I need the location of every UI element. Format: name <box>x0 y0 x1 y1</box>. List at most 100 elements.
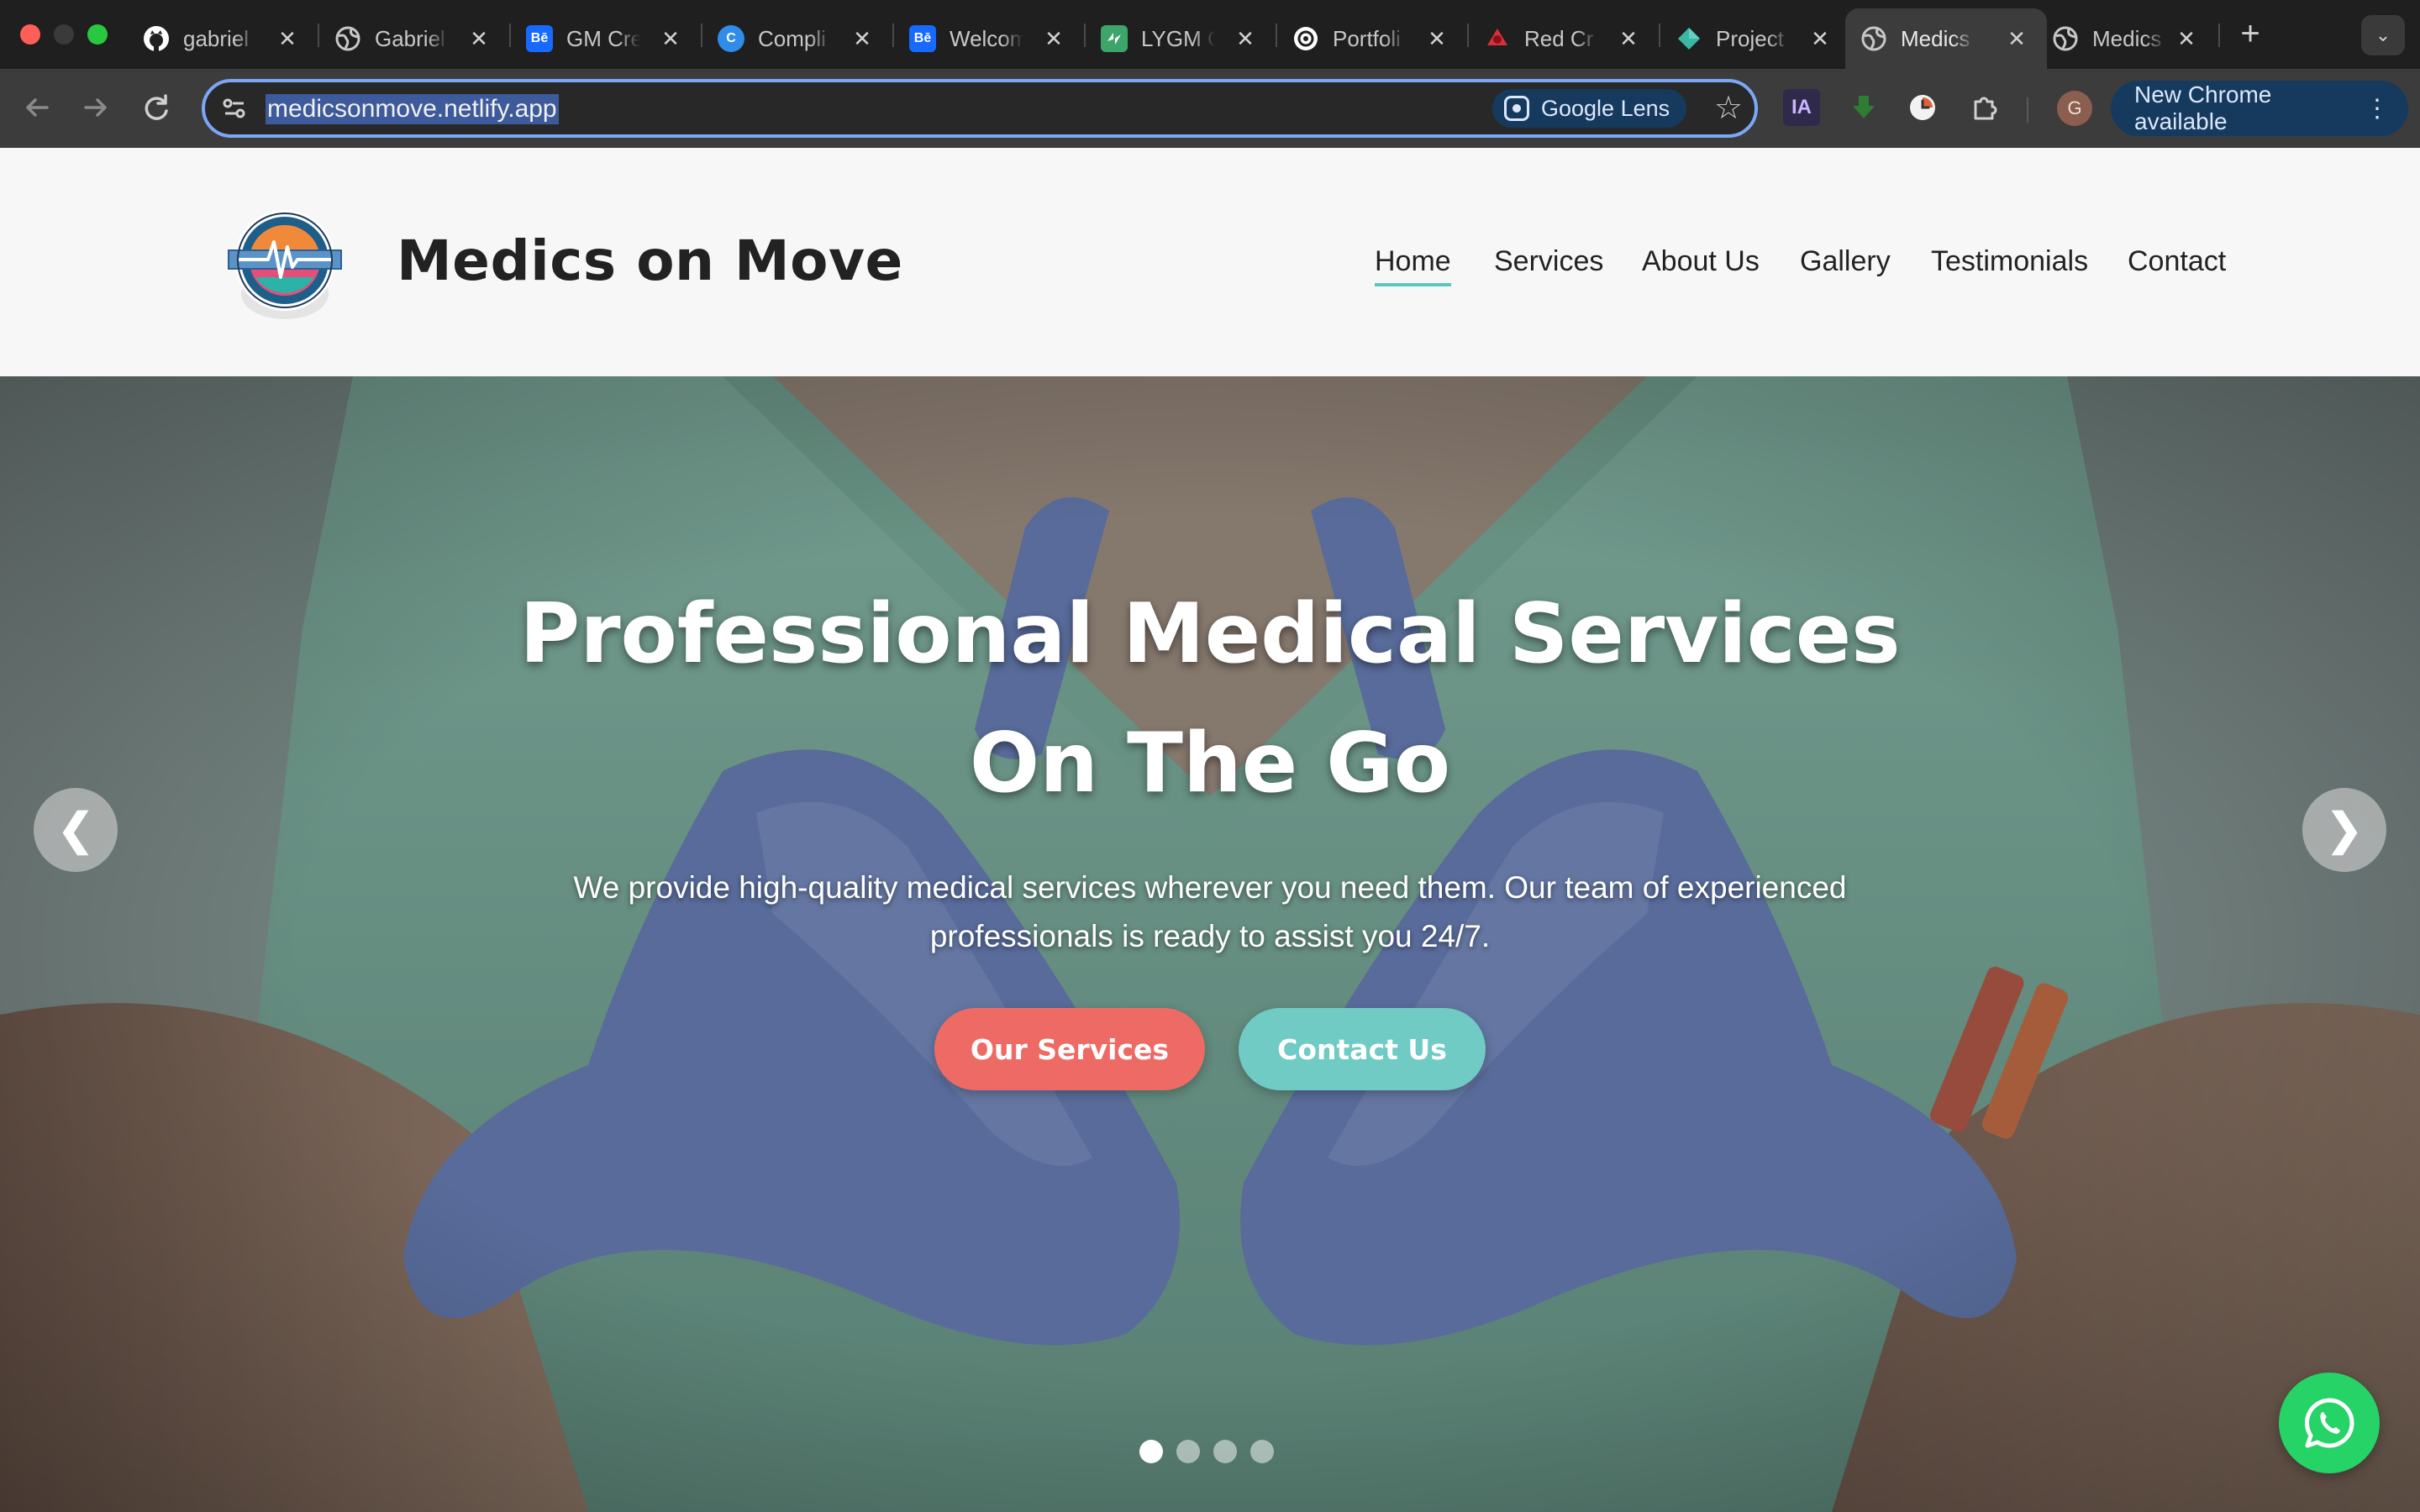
browser-tab[interactable]: gabriel ✕ <box>128 8 318 69</box>
carousel-indicators <box>1139 1440 1274 1463</box>
browser-tab[interactable]: Gabriel ✕ <box>319 8 509 69</box>
diamond-icon <box>1676 25 1702 52</box>
contact-us-button[interactable]: Contact Us <box>1239 1008 1486 1090</box>
browser-tab[interactable]: Red Cr ✕ <box>1469 8 1659 69</box>
google-lens-label: Google Lens <box>1541 95 1670 121</box>
tab-close-icon[interactable]: ✕ <box>850 26 874 52</box>
behance-icon: Bē <box>909 25 936 52</box>
browser-tab[interactable]: Bē GM Cre ✕ <box>511 8 701 69</box>
hero-description: We provide high-quality medical services… <box>573 870 1847 953</box>
tab-close-icon[interactable]: ✕ <box>1617 26 1640 52</box>
tab-title: LYGM C <box>1141 25 1215 51</box>
brand-name[interactable]: Medics on Move <box>397 228 903 293</box>
red-app-icon <box>1484 25 1511 52</box>
globe-icon <box>2052 25 2079 52</box>
our-services-button[interactable]: Our Services <box>934 1008 1205 1090</box>
window-zoom-button[interactable] <box>87 24 108 45</box>
web-page: Medics on Move Home Services About Us Ga… <box>0 148 2420 1512</box>
bookmark-star-icon[interactable]: ☆ <box>1709 89 1748 128</box>
tab-close-icon[interactable]: ✕ <box>1425 26 1449 52</box>
window-close-button[interactable] <box>20 24 40 45</box>
nav-contact[interactable]: Contact <box>2128 245 2226 278</box>
whatsapp-chat-button[interactable] <box>2279 1373 2380 1473</box>
browser-tab-active[interactable]: Medics ✕ <box>1845 8 2047 69</box>
browser-tab[interactable]: C Compli ✕ <box>702 8 892 69</box>
browser-tab[interactable]: LYGM C ✕ <box>1086 8 1276 69</box>
google-lens-button[interactable]: Google Lens <box>1492 89 1687 128</box>
toolbar-divider <box>2027 97 2028 123</box>
clock-extension-icon[interactable] <box>1904 89 1941 126</box>
hero-title-line-2: On The Go <box>969 716 1451 811</box>
address-bar[interactable]: medicsonmove.netlify.app Google Lens ☆ <box>202 79 1758 138</box>
nav-testimonials[interactable]: Testimonials <box>1931 245 2088 278</box>
url-text[interactable]: medicsonmove.netlify.app <box>266 94 559 124</box>
app-icon <box>1101 25 1128 52</box>
nav-gallery[interactable]: Gallery <box>1800 245 1891 278</box>
forward-button[interactable] <box>77 89 114 126</box>
nav-home[interactable]: Home <box>1375 245 1451 286</box>
tab-divider <box>2218 24 2220 47</box>
nav-services[interactable]: Services <box>1494 245 1603 278</box>
carousel-prev-button[interactable]: ❮ <box>34 788 118 872</box>
github-icon <box>143 25 170 52</box>
globe-icon <box>334 25 361 52</box>
tab-title: Project <box>1716 25 1784 51</box>
carousel-dot-1[interactable] <box>1139 1440 1163 1463</box>
hero-carousel: Professional Medical Services On The Go … <box>0 376 2420 1512</box>
tab-title: Compli <box>758 25 826 51</box>
site-info-icon[interactable] <box>220 94 249 123</box>
carousel-dot-3[interactable] <box>1213 1440 1237 1463</box>
tab-title: Red Cr <box>1524 25 1594 51</box>
tab-close-icon[interactable]: ✕ <box>1042 26 1065 52</box>
browser-tab[interactable]: Portfoli ✕ <box>1277 8 1467 69</box>
new-tab-button[interactable]: + <box>2232 15 2269 52</box>
tab-title: Welcom <box>950 25 1023 51</box>
carousel-next-button[interactable]: ❯ <box>2302 788 2386 872</box>
download-extension-icon[interactable] <box>1845 89 1882 126</box>
reload-button[interactable] <box>138 89 175 126</box>
site-header: Medics on Move Home Services About Us Ga… <box>0 148 2420 376</box>
chevron-left-icon: ❮ <box>57 806 94 854</box>
extensions-puzzle-icon[interactable] <box>1966 89 2003 126</box>
browser-tab[interactable]: Project ✕ <box>1660 8 1850 69</box>
behance-icon: Bē <box>526 25 553 52</box>
hero-title-line-1: Professional Medical Services <box>519 586 1901 682</box>
more-options-icon[interactable]: ⋮ <box>2365 94 2390 123</box>
tab-close-icon[interactable]: ✕ <box>1808 26 1832 52</box>
chevron-right-icon: ❯ <box>2326 806 2363 854</box>
reload-icon <box>145 94 168 120</box>
tab-close-icon[interactable]: ✕ <box>659 26 682 52</box>
tab-title: Gabriel <box>375 25 445 51</box>
medics-on-move-logo[interactable] <box>222 200 348 326</box>
browser-toolbar: medicsonmove.netlify.app Google Lens ☆ I… <box>0 69 2420 148</box>
tab-close-icon[interactable]: ✕ <box>1234 26 1257 52</box>
arrow-left-icon <box>26 98 49 117</box>
profile-avatar[interactable]: G <box>2057 91 2092 126</box>
arrow-right-icon <box>84 98 107 117</box>
canva-icon: C <box>718 25 744 52</box>
extension-ia-icon[interactable]: IA <box>1783 89 1820 126</box>
whatsapp-icon <box>2304 1398 2354 1448</box>
tab-close-icon[interactable]: ✕ <box>2005 26 2028 52</box>
tab-close-icon[interactable]: ✕ <box>467 26 491 52</box>
tab-close-icon[interactable]: ✕ <box>276 26 299 52</box>
tab-title: Portfoli <box>1333 25 1401 51</box>
tab-title: gabriel <box>183 25 250 51</box>
tab-title: Medics <box>2092 25 2162 51</box>
tab-title: GM Cre <box>566 25 640 51</box>
lens-icon <box>1504 96 1529 121</box>
browser-tab-strip: gabriel ✕ Gabriel ✕ Bē GM Cre ✕ C Compli… <box>0 0 2420 69</box>
back-button[interactable] <box>18 89 55 126</box>
carousel-dot-2[interactable] <box>1176 1440 1200 1463</box>
browser-tab[interactable]: Bē Welcom ✕ <box>894 8 1084 69</box>
tab-close-icon[interactable]: ✕ <box>2175 26 2198 52</box>
globe-icon <box>1860 25 1887 52</box>
browser-tab[interactable]: Medics ✕ <box>2037 8 2217 69</box>
nav-about-us[interactable]: About Us <box>1642 245 1760 278</box>
window-minimize-button[interactable] <box>54 24 74 45</box>
openai-icon <box>1292 25 1319 52</box>
carousel-dot-4[interactable] <box>1250 1440 1274 1463</box>
chrome-update-button[interactable]: New Chrome available ⋮ <box>2111 81 2408 136</box>
tab-search-button[interactable]: ⌄ <box>2361 15 2405 55</box>
tab-title: Medics <box>1901 25 1970 51</box>
